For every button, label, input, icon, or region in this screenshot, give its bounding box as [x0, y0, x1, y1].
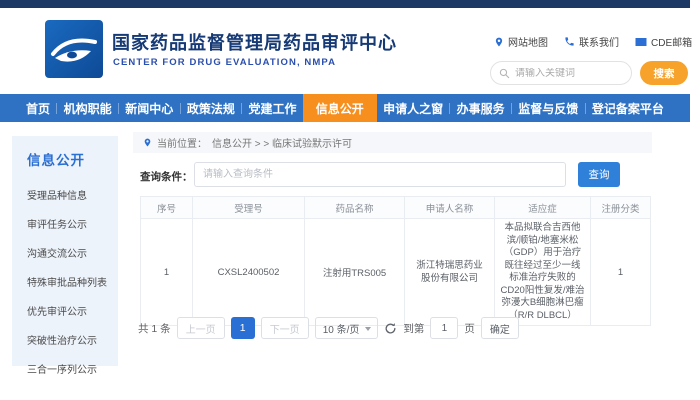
page-number-1[interactable]: 1	[231, 317, 255, 339]
pagination: 共 1 条 上一页 1 下一页 10 条/页 到第 页 确定	[138, 317, 519, 339]
nav-item-policy[interactable]: 政策法规	[181, 94, 241, 122]
chevron-down-icon	[365, 327, 371, 331]
contact-link[interactable]: 联系我们	[564, 34, 619, 49]
quick-link-label: 联系我们	[579, 34, 619, 49]
quick-link-label: 网站地图	[508, 34, 548, 49]
col-header-indication: 适应症	[495, 197, 591, 219]
refresh-button[interactable]	[384, 322, 397, 335]
page: 国家药品监督管理局药品审评中心 CENTER FOR DRUG EVALUATI…	[0, 0, 700, 400]
mail-icon	[635, 37, 647, 47]
confirm-button[interactable]: 确定	[481, 317, 519, 339]
breadcrumb-prefix: 当前位置：	[157, 135, 207, 150]
cde-logo	[45, 20, 103, 78]
nav-item-info-disclosure[interactable]: 信息公开	[303, 94, 377, 122]
sidebar-item-accepted-varieties[interactable]: 受理品种信息	[12, 187, 118, 202]
cell-reg-class: 1	[591, 219, 651, 326]
sidebar-item-special-approval[interactable]: 特殊审批品种列表	[12, 274, 118, 289]
site-subtitle: CENTER FOR DRUG EVALUATION, NMPA	[113, 57, 336, 68]
quick-link-label: CDE邮箱	[651, 34, 692, 49]
nav-item-supervision[interactable]: 监督与反馈	[512, 94, 584, 122]
sidebar-item-breakthrough-therapy[interactable]: 突破性治疗公示	[12, 332, 118, 347]
header-search	[490, 61, 632, 85]
query-button[interactable]: 查询	[578, 162, 620, 187]
table-header-row: 序号 受理号 药品名称 申请人名称 适应症 注册分类	[141, 197, 651, 219]
col-header-drug-name: 药品名称	[305, 197, 405, 219]
header-quick-links: 网站地图 联系我们 CDE邮箱	[494, 34, 692, 49]
page-size-select[interactable]: 10 条/页	[315, 317, 379, 339]
jump-page-input[interactable]	[430, 317, 458, 339]
cell-seq: 1	[141, 219, 193, 326]
sitemap-link[interactable]: 网站地图	[494, 34, 548, 49]
sidebar-item-three-in-one[interactable]: 三合一序列公示	[12, 361, 118, 376]
page-size-value: 10 条/页	[323, 321, 360, 336]
table-row: 1 CXSL2400502 注射用TRS005 浙江特瑞思药业股份有限公司 本品…	[141, 219, 651, 326]
results-table: 序号 受理号 药品名称 申请人名称 适应症 注册分类 1 CXSL2400502…	[140, 196, 651, 326]
sidebar-item-communication[interactable]: 沟通交流公示	[12, 245, 118, 260]
breadcrumb-pin-icon	[143, 137, 152, 148]
nav-item-registration-platform[interactable]: 登记备案平台	[586, 94, 670, 122]
next-page-button[interactable]: 下一页	[261, 317, 309, 339]
sidebar-item-review-tasks[interactable]: 审评任务公示	[12, 216, 118, 231]
sidebar: 信息公开 受理品种信息 审评任务公示 沟通交流公示 特殊审批品种列表 优先审评公…	[12, 136, 118, 366]
col-header-seq: 序号	[141, 197, 193, 219]
pagination-total: 共 1 条	[138, 321, 171, 336]
sidebar-title: 信息公开	[12, 136, 118, 173]
cell-drug-name: 注射用TRS005	[305, 219, 405, 326]
nav-item-home[interactable]: 首页	[20, 94, 56, 122]
search-icon	[499, 68, 510, 79]
search-input[interactable]	[515, 68, 615, 79]
cde-emblem-icon	[45, 20, 103, 78]
col-header-applicant: 申请人名称	[405, 197, 495, 219]
site-title: 国家药品监督管理局药品审评中心	[112, 29, 397, 55]
main-nav: 首页 机构职能 新闻中心 政策法规 党建工作 信息公开 申请人之窗 办事服务 监…	[0, 94, 690, 122]
query-condition-label: 查询条件：	[140, 169, 193, 184]
jump-suffix-label: 页	[464, 321, 475, 336]
cell-applicant: 浙江特瑞思药业股份有限公司	[405, 219, 495, 326]
nav-item-applicant-window[interactable]: 申请人之窗	[377, 94, 449, 122]
cell-acceptance-no: CXSL2400502	[193, 219, 305, 326]
sidebar-item-priority-review[interactable]: 优先审评公示	[12, 303, 118, 318]
col-header-reg-class: 注册分类	[591, 197, 651, 219]
cell-indication: 本品拟联合吉西他滨/顺铂/地塞米松（GDP）用于治疗既往经过至少一线标准治疗失败…	[495, 219, 591, 326]
nav-item-services[interactable]: 办事服务	[451, 94, 511, 122]
nav-item-news[interactable]: 新闻中心	[119, 94, 179, 122]
phone-icon	[564, 36, 575, 47]
refresh-icon	[384, 322, 397, 335]
search-button[interactable]: 搜索	[640, 61, 688, 85]
cde-mail-link[interactable]: CDE邮箱	[635, 34, 692, 49]
prev-page-button[interactable]: 上一页	[177, 317, 225, 339]
top-strip	[0, 0, 690, 8]
jump-prefix-label: 到第	[403, 321, 424, 336]
breadcrumb: 当前位置： 信息公开 > > 临床试验默示许可	[133, 132, 652, 153]
nav-item-party[interactable]: 党建工作	[242, 94, 302, 122]
col-header-acceptance-no: 受理号	[193, 197, 305, 219]
nav-item-functions[interactable]: 机构职能	[58, 94, 118, 122]
breadcrumb-path: 信息公开 > > 临床试验默示许可	[212, 135, 352, 150]
location-pin-icon	[494, 36, 504, 48]
query-condition-input[interactable]	[194, 162, 566, 187]
